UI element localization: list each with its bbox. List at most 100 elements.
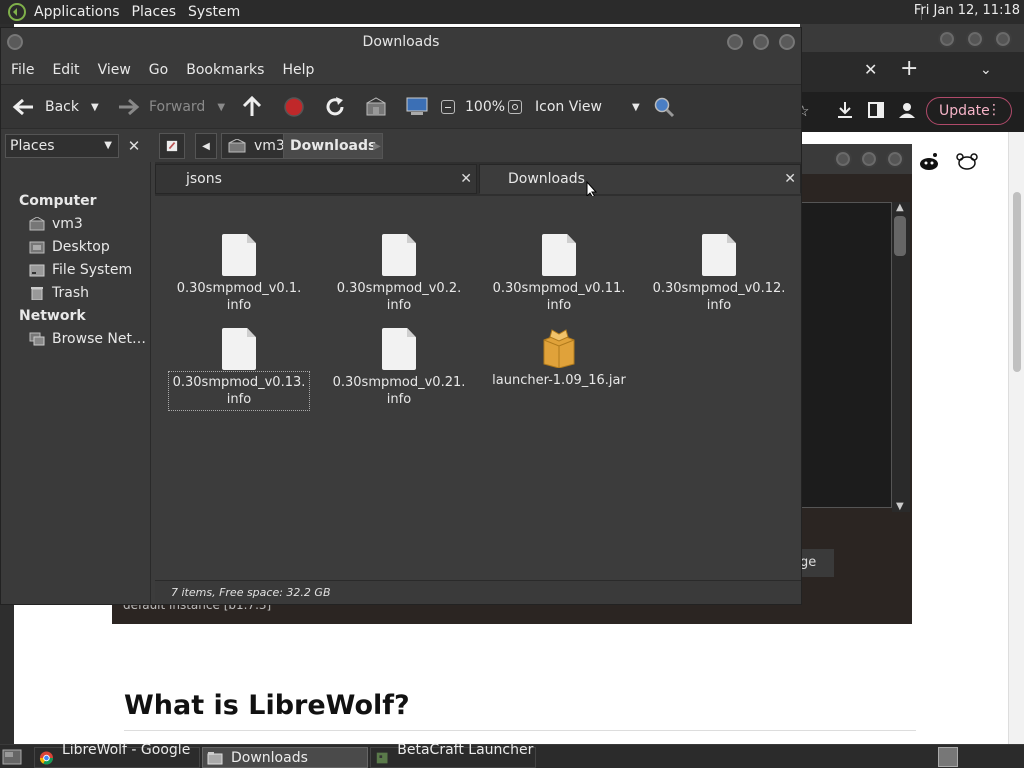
clock[interactable]: Fri Jan 12, 11:18	[914, 3, 1020, 18]
show-desktop-icon[interactable]	[2, 748, 22, 766]
account-icon[interactable]	[898, 101, 916, 123]
stop-button[interactable]	[283, 85, 305, 129]
task-downloads[interactable]: Downloads	[202, 747, 368, 768]
places-menu[interactable]: Places	[132, 4, 177, 20]
zoom-out-button[interactable]	[441, 85, 455, 129]
file-name-line2: info	[706, 298, 732, 313]
download-icon[interactable]	[836, 100, 854, 124]
maximize-icon[interactable]	[860, 150, 878, 168]
text-file-icon	[222, 234, 256, 276]
sidebar-item-vm3[interactable]: vm3	[29, 214, 83, 234]
fm-titlebar[interactable]: Downloads	[1, 28, 801, 56]
file-name-line2: info	[226, 392, 252, 407]
sidebar-item-file-system[interactable]: File System	[29, 260, 132, 280]
menu-go[interactable]: Go	[149, 62, 168, 78]
file-item[interactable]: launcher-1.09_16.jar	[479, 328, 639, 389]
update-button[interactable]: Update ⋮	[926, 97, 1012, 125]
forward-button[interactable]: Forward ▼	[117, 85, 225, 129]
forward-dropdown-icon[interactable]: ▼	[217, 102, 225, 113]
file-item[interactable]: 0.30smpmod_v0.21. info	[319, 328, 479, 408]
file-item[interactable]: 0.30smpmod_v0.11. info	[479, 234, 639, 314]
scroll-down-icon[interactable]: ▼	[896, 501, 904, 512]
menubar: File Edit View Go Bookmarks Help	[1, 56, 801, 84]
sidebar-icon[interactable]	[868, 102, 884, 122]
tab-jsons[interactable]: jsons ✕	[155, 164, 477, 194]
reddit-icon[interactable]	[918, 152, 940, 176]
zoom-out-icon	[441, 100, 455, 114]
scrollbar-thumb[interactable]	[894, 216, 906, 256]
close-tab-icon[interactable]: ✕	[784, 171, 796, 187]
mate-logo-icon[interactable]	[6, 3, 28, 21]
close-sidebar-icon[interactable]: ✕	[123, 134, 145, 158]
close-icon[interactable]	[994, 30, 1012, 48]
scroll-up-icon[interactable]: ▲	[896, 202, 904, 213]
file-name-line1: 0.30smpmod_v0.11.	[492, 281, 626, 296]
menu-help[interactable]: Help	[282, 62, 314, 78]
desktop-folder-icon	[29, 241, 45, 254]
minimize-icon[interactable]	[938, 30, 956, 48]
task-betacraft[interactable]: BetaCraft Launcher …	[370, 742, 536, 768]
applications-menu[interactable]: Applications	[34, 4, 120, 20]
new-tab-icon[interactable]: +	[900, 56, 918, 81]
breadcrumb-vm3[interactable]: vm3	[221, 133, 292, 159]
minimize-icon[interactable]	[725, 32, 745, 52]
tab-label: Downloads	[508, 171, 585, 187]
browser-tabstrip: ✕ + ⌄	[800, 52, 1024, 92]
folder-icon	[207, 751, 223, 764]
task-librewolf[interactable]: LibreWolf - Google …	[34, 742, 200, 768]
zoom-level[interactable]: 100%	[465, 85, 505, 129]
path-scroll-right[interactable]: ▶	[367, 133, 387, 159]
text-file-icon	[542, 234, 576, 276]
menu-edit[interactable]: Edit	[52, 62, 79, 78]
sidebar-header-computer: Computer	[19, 193, 97, 209]
search-button[interactable]	[653, 85, 675, 129]
view-mode-select[interactable]: Icon View ▼	[535, 85, 640, 129]
file-item[interactable]: 0.30smpmod_v0.12. info	[639, 234, 799, 314]
chevron-down-icon: ▼	[631, 101, 640, 113]
sidebar-item-label: Desktop	[52, 239, 110, 255]
sidebar-item-trash[interactable]: Trash	[29, 283, 89, 303]
sidebar-item-label: Trash	[52, 285, 89, 301]
browser-scrollbar[interactable]	[1008, 132, 1024, 744]
menu-file[interactable]: File	[11, 62, 34, 78]
path-scroll-left[interactable]: ◀	[195, 133, 217, 159]
edit-location-button[interactable]	[159, 133, 185, 159]
close-icon[interactable]	[886, 150, 904, 168]
instance-list-scrollbar[interactable]: ▲ ▼	[892, 202, 910, 512]
sidebar-item-browse-network[interactable]: Browse Net…	[29, 329, 146, 349]
minimize-icon[interactable]	[834, 150, 852, 168]
workspace-switcher-icon[interactable]	[938, 747, 958, 767]
system-menu[interactable]: System	[188, 4, 240, 20]
home-button[interactable]	[365, 85, 387, 129]
back-dropdown-icon[interactable]: ▼	[91, 102, 99, 113]
file-name: launcher-1.09_16.jar	[479, 372, 639, 389]
back-button[interactable]: Back ▼	[11, 85, 99, 129]
sidebar-item-desktop[interactable]: Desktop	[29, 237, 110, 257]
window-menu-icon[interactable]	[5, 32, 25, 52]
menu-bookmarks[interactable]: Bookmarks	[186, 62, 264, 78]
mascot-icon[interactable]	[956, 152, 978, 176]
trash-icon	[31, 287, 43, 300]
file-item[interactable]: 0.30smpmod_v0.2. info	[319, 234, 479, 314]
task-label: LibreWolf - Google …	[61, 741, 191, 768]
menu-view[interactable]: View	[98, 62, 131, 78]
zoom-in-button[interactable]	[508, 85, 522, 129]
maximize-icon[interactable]	[966, 30, 984, 48]
sidebar-item-label: vm3	[52, 216, 83, 232]
file-item[interactable]: 0.30smpmod_v0.1. info	[159, 234, 319, 314]
reload-button[interactable]	[324, 85, 346, 129]
sidebar-selector[interactable]: Places ▼	[5, 134, 119, 158]
close-tab-icon[interactable]: ✕	[460, 171, 472, 187]
maximize-icon[interactable]	[751, 32, 771, 52]
up-button[interactable]	[241, 85, 263, 129]
close-icon[interactable]	[777, 32, 797, 52]
close-tab-icon[interactable]: ✕	[864, 60, 877, 79]
scrollbar-thumb[interactable]	[1013, 192, 1021, 372]
tab-downloads[interactable]: Downloads ✕	[479, 164, 801, 199]
manage-button[interactable]: ge	[800, 549, 834, 577]
chevron-left-icon: ◀	[202, 140, 210, 152]
computer-button[interactable]	[405, 85, 429, 129]
betacraft-icon	[376, 752, 388, 763]
file-item-selected[interactable]: 0.30smpmod_v0.13. info	[159, 328, 319, 411]
chevron-down-icon[interactable]: ⌄	[980, 62, 992, 78]
